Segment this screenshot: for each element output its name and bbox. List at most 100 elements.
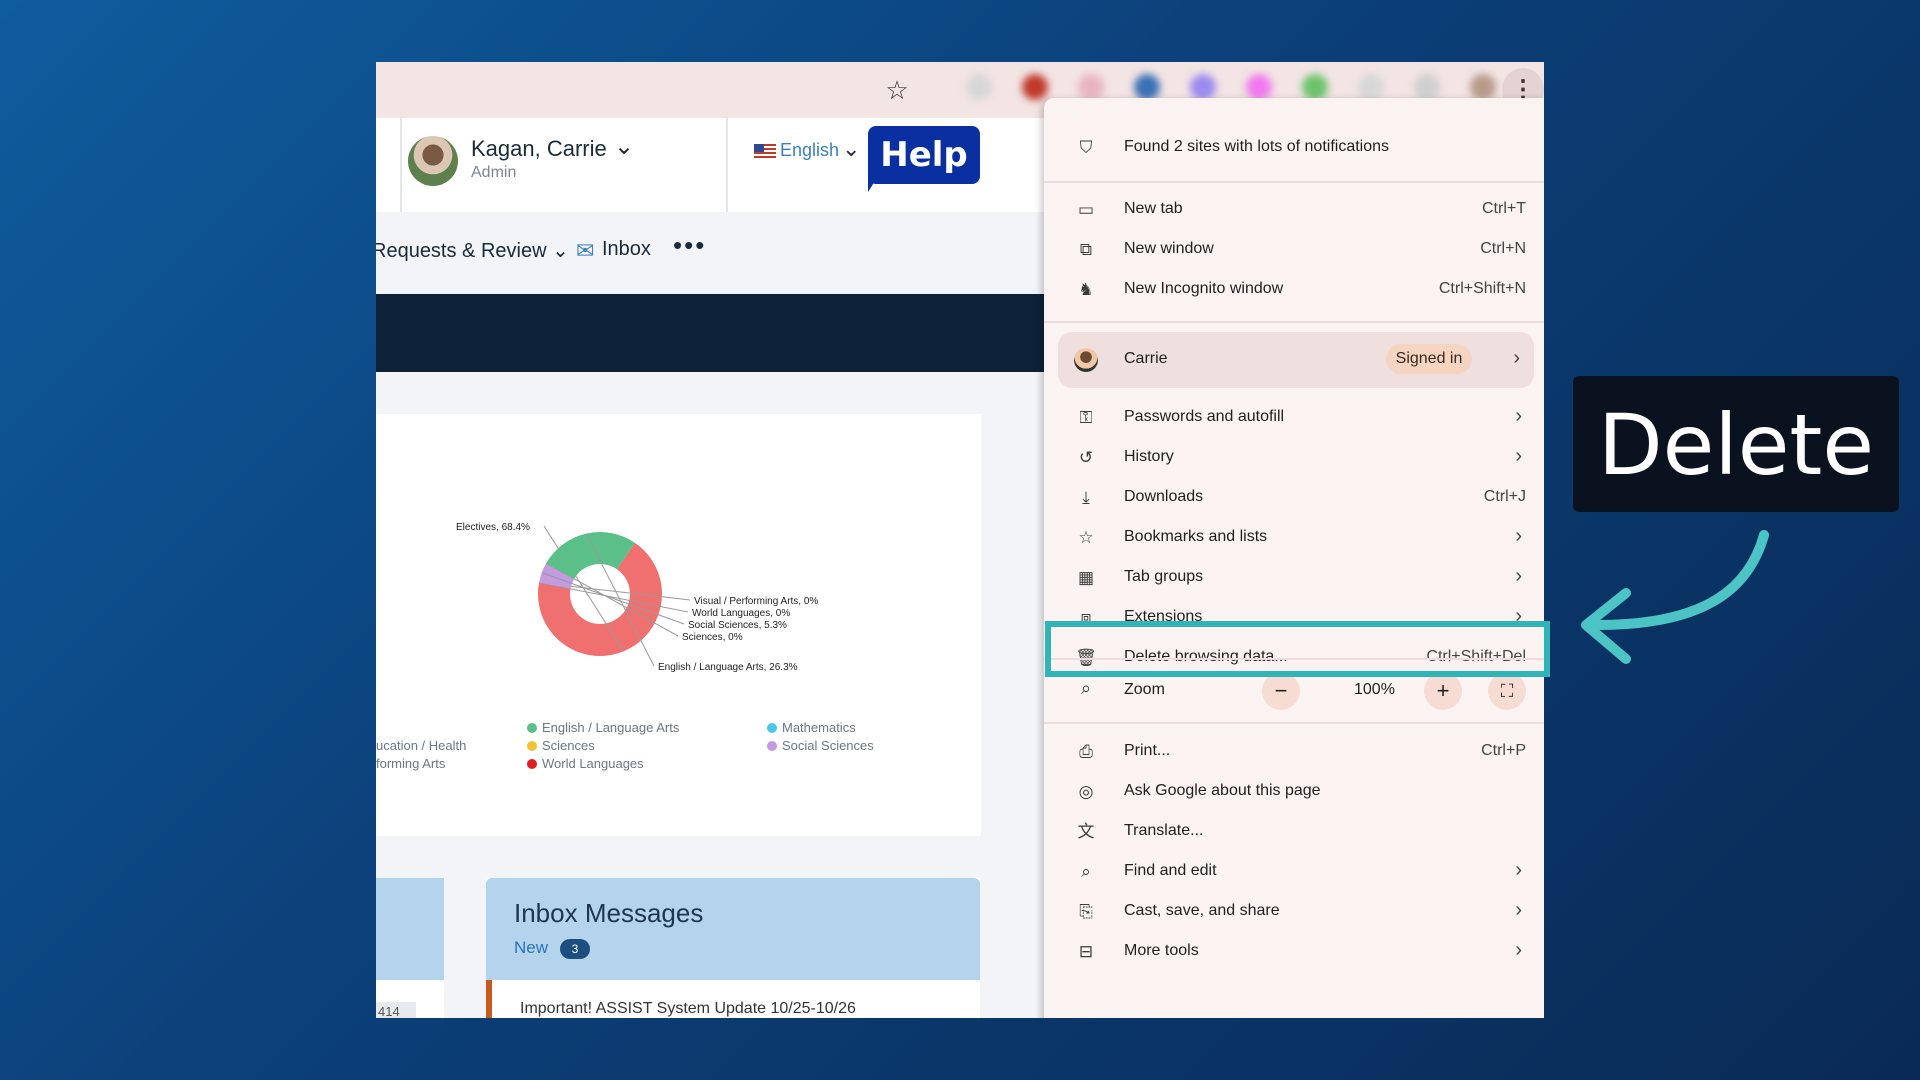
arrow-icon xyxy=(1581,530,1769,664)
legend-label[interactable]: Sciences xyxy=(542,738,595,753)
menu-item-bookmarks-and-lists[interactable]: ☆ Bookmarks and lists › xyxy=(1044,518,1544,558)
extension-icon[interactable] xyxy=(966,74,992,100)
user-name[interactable]: Kagan, Carrie xyxy=(471,136,607,162)
left-card-header xyxy=(376,878,444,980)
extension-icon[interactable] xyxy=(1022,74,1048,100)
help-button[interactable]: Help xyxy=(868,126,980,184)
extension-icon[interactable] xyxy=(1190,74,1216,100)
menu-item-label: History xyxy=(1124,448,1174,465)
legend-label[interactable]: forming Arts xyxy=(376,756,446,771)
inbox-title: Inbox Messages xyxy=(514,898,704,928)
lens-icon: ◎ xyxy=(1078,782,1094,801)
legend-label[interactable]: Mathematics xyxy=(782,720,856,735)
language-select[interactable]: English xyxy=(780,140,839,161)
language-chevron-icon[interactable]: ⌄ xyxy=(842,136,860,162)
us-flag-icon xyxy=(754,144,776,158)
slice-label: Sciences, 0% xyxy=(682,632,743,643)
legend-label[interactable]: World Languages xyxy=(542,756,644,771)
extension-icon[interactable] xyxy=(1078,74,1104,100)
chevron-right-icon: › xyxy=(1513,347,1520,369)
inbox-message[interactable]: Important! ASSIST System Update 10/25-10… xyxy=(520,1000,856,1018)
extension-icon[interactable] xyxy=(1414,74,1440,100)
mail-icon[interactable]: ✉ xyxy=(576,238,594,264)
menu-item-label: New Incognito window xyxy=(1124,280,1284,297)
chevron-right-icon: › xyxy=(1515,899,1522,921)
profile-name: Carrie xyxy=(1124,350,1168,367)
inbox-new-label[interactable]: New xyxy=(514,938,548,958)
download-icon: ⤓ xyxy=(1082,488,1090,507)
menu-item-translate[interactable]: 文 Translate... xyxy=(1044,812,1544,852)
shield-icon: ⛉ xyxy=(1079,138,1093,157)
nav-inbox[interactable]: Inbox xyxy=(602,238,651,261)
legend-swatch xyxy=(527,723,537,733)
extension-icon[interactable] xyxy=(1302,74,1328,100)
menu-item-find-and-edit[interactable]: ⌕ Find and edit › xyxy=(1044,852,1544,892)
zoom-icon: ⌕ xyxy=(1080,678,1092,698)
inbox-new-count-badge: 3 xyxy=(560,939,590,959)
legend-swatch xyxy=(767,723,777,733)
menu-divider xyxy=(1044,181,1544,183)
nav-more-button[interactable]: ••• xyxy=(673,230,706,261)
new-tab-icon: ▭ xyxy=(1077,200,1095,219)
menu-item-new-tab[interactable]: ▭ New tab Ctrl+T xyxy=(1044,190,1544,230)
highlight-box xyxy=(1045,621,1550,677)
menu-item-label: Find and edit xyxy=(1124,862,1217,879)
star-icon: ☆ xyxy=(1078,528,1094,547)
avatar[interactable] xyxy=(408,136,458,186)
zoom-value: 100% xyxy=(1354,681,1395,698)
notification-item[interactable]: ⛉ Found 2 sites with lots of notificatio… xyxy=(1044,128,1544,168)
bookmark-star-icon[interactable]: ☆ xyxy=(882,75,912,105)
cast-icon: ⎘ xyxy=(1079,902,1093,921)
extension-icon[interactable] xyxy=(1470,74,1496,100)
tab-groups-icon: ▦ xyxy=(1077,568,1095,587)
legend-swatch xyxy=(767,741,777,751)
user-menu-chevron-icon[interactable]: ⌄ xyxy=(614,132,634,161)
toolbox-icon: ⊟ xyxy=(1078,942,1094,961)
incognito-icon: ♞ xyxy=(1078,280,1094,299)
inbox-card-header: Inbox Messages New 3 xyxy=(486,878,980,980)
extension-icon[interactable] xyxy=(1358,74,1384,100)
menu-item-new-window[interactable]: ⧉ New window Ctrl+N xyxy=(1044,230,1544,270)
shortcut-label: Ctrl+T xyxy=(1482,200,1526,217)
legend-label[interactable]: English / Language Arts xyxy=(542,720,680,735)
inbox-card: Inbox Messages New 3 Important! ASSIST S… xyxy=(486,878,980,1018)
shortcut-label: Ctrl+Shift+N xyxy=(1438,280,1526,297)
menu-item-label: Bookmarks and lists xyxy=(1124,528,1268,545)
donut-chart: Electives, 68.4% Visual / Performing Arts… xyxy=(376,522,874,771)
menu-item-label: More tools xyxy=(1124,942,1199,959)
find-icon: ⌕ xyxy=(1081,862,1091,881)
chevron-right-icon: › xyxy=(1515,939,1522,961)
divider xyxy=(726,118,728,212)
printer-icon: ⎙ xyxy=(1079,742,1093,761)
web-page: Kagan, Carrie Admin ⌄ English ⌄ Help Req… xyxy=(376,118,1044,1018)
zoom-in-button[interactable]: + xyxy=(1424,672,1462,710)
legend-label[interactable]: ucation / Health xyxy=(376,738,466,753)
slice-label: World Languages, 0% xyxy=(692,608,790,619)
profile-avatar-icon xyxy=(1074,348,1098,372)
menu-item-passwords-and-autofill[interactable]: ⚿ Passwords and autofill › xyxy=(1044,398,1544,438)
caption-text: Delete xyxy=(1598,396,1874,494)
menu-item-more-tools[interactable]: ⊟ More tools › xyxy=(1044,932,1544,972)
extension-icon[interactable] xyxy=(1134,74,1160,100)
menu-item-ask-google-about-this-page[interactable]: ◎ Ask Google about this page xyxy=(1044,772,1544,812)
chrome-menu: ⛉ Found 2 sites with lots of notificatio… xyxy=(1044,98,1544,1018)
nav-requests-review[interactable]: Requests & Review ⌄ xyxy=(376,238,569,263)
menu-item-history[interactable]: ↺ History › xyxy=(1044,438,1544,478)
legend-label[interactable]: Social Sciences xyxy=(782,738,874,753)
menu-item-tab-groups[interactable]: ▦ Tab groups › xyxy=(1044,558,1544,598)
menu-item-print[interactable]: ⎙ Print... Ctrl+P xyxy=(1044,732,1544,772)
extension-icon[interactable] xyxy=(1246,74,1272,100)
menu-item-new-incognito-window[interactable]: ♞ New Incognito window Ctrl+Shift+N xyxy=(1044,270,1544,310)
chevron-right-icon: › xyxy=(1515,565,1522,587)
menu-item-downloads[interactable]: ⤓ Downloads Ctrl+J xyxy=(1044,478,1544,518)
legend-swatch xyxy=(527,759,537,769)
zoom-out-button[interactable]: − xyxy=(1262,672,1300,710)
zoom-label: Zoom xyxy=(1124,681,1165,698)
translate-icon: 文 xyxy=(1077,822,1095,841)
fullscreen-icon[interactable]: ⛶ xyxy=(1488,672,1526,710)
chevron-right-icon: › xyxy=(1515,445,1522,467)
menu-item-label: Ask Google about this page xyxy=(1124,782,1321,799)
menu-item-cast-save-and-share[interactable]: ⎘ Cast, save, and share › xyxy=(1044,892,1544,932)
profile-item[interactable]: Carrie Signed in › xyxy=(1058,332,1534,388)
menu-item-label: Tab groups xyxy=(1124,568,1204,585)
